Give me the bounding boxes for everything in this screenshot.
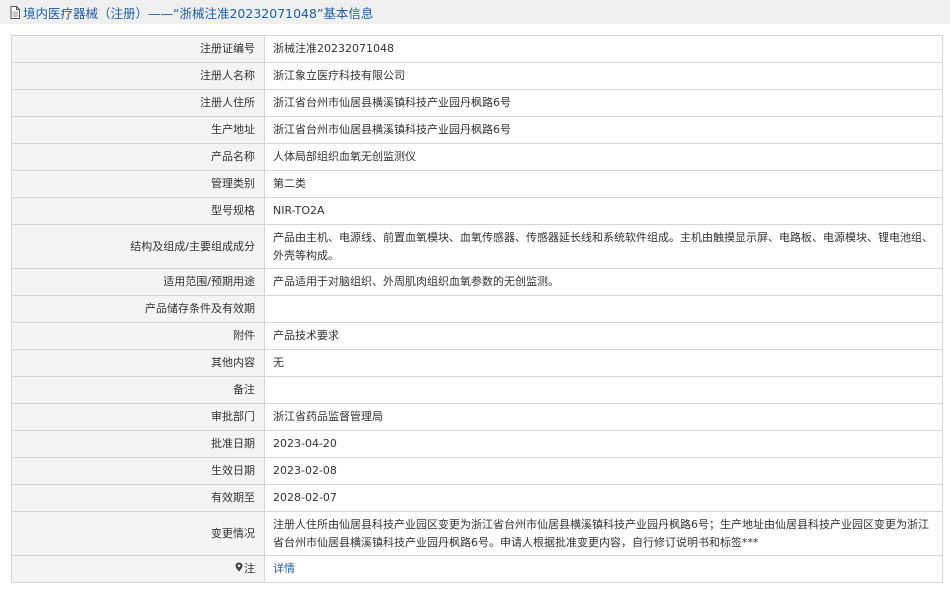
row-value: 浙江省药品监督管理局 (264, 403, 943, 431)
row-label: 注册人住所 (11, 89, 265, 117)
row-value: 第二类 (264, 170, 943, 198)
table-row: 注 详情 (11, 555, 943, 583)
table-row: 变更情况 注册人住所由仙居县科技产业园区变更为浙江省台州市仙居县横溪镇科技产业园丹… (11, 511, 943, 556)
row-value: 浙江象立医疗科技有限公司 (264, 62, 943, 90)
row-value (264, 295, 943, 323)
row-label: 适用范围/预期用途 (11, 268, 265, 296)
pin-icon (235, 561, 243, 579)
details-link[interactable]: 详情 (273, 562, 295, 575)
row-label: 注册人名称 (11, 62, 265, 90)
table-row: 审批部门 浙江省药品监督管理局 (11, 403, 943, 431)
table-row: 结构及组成/主要组成成分 产品由主机、电源线、前置血氧模块、血氧传感器、传感器延长… (11, 224, 943, 269)
table-row: 产品储存条件及有效期 (11, 295, 943, 323)
row-value (264, 376, 943, 404)
detail-table: 注册证编号 浙械注准20232071048 注册人名称 浙江象立医疗科技有限公司 注… (11, 35, 943, 583)
row-value: 产品技术要求 (264, 322, 943, 350)
note-label: 注 (244, 561, 255, 575)
page-header: 境内医疗器械（注册）——“浙械注准20232071048”基本信息 (0, 0, 950, 24)
row-label: 型号规格 (11, 197, 265, 225)
row-value: 浙江省台州市仙居县横溪镇科技产业园丹枫路6号 (264, 116, 943, 144)
note-value-cell: 详情 (264, 555, 943, 583)
row-label: 附件 (11, 322, 265, 350)
row-value: 2028-02-07 (264, 484, 943, 512)
note-label-cell: 注 (11, 555, 265, 583)
table-row: 备注 (11, 376, 943, 404)
row-label: 其他内容 (11, 349, 265, 377)
row-label: 结构及组成/主要组成成分 (11, 224, 265, 269)
table-row: 批准日期 2023-04-20 (11, 430, 943, 458)
row-label: 产品储存条件及有效期 (11, 295, 265, 323)
row-label: 注册证编号 (11, 35, 265, 63)
row-label: 备注 (11, 376, 265, 404)
row-value: 产品由主机、电源线、前置血氧模块、血氧传感器、传感器延长线和系统软件组成。主机由… (264, 224, 943, 269)
row-label: 产品名称 (11, 143, 265, 171)
row-label: 批准日期 (11, 430, 265, 458)
table-row: 生产地址 浙江省台州市仙居县横溪镇科技产业园丹枫路6号 (11, 116, 943, 144)
table-row: 产品名称 人体局部组织血氧无创监测仪 (11, 143, 943, 171)
table-row: 型号规格 NIR-TO2A (11, 197, 943, 225)
row-label: 变更情况 (11, 511, 265, 556)
row-value: 2023-02-08 (264, 457, 943, 485)
table-row: 生效日期 2023-02-08 (11, 457, 943, 485)
table-row: 注册人名称 浙江象立医疗科技有限公司 (11, 62, 943, 90)
row-label: 有效期至 (11, 484, 265, 512)
row-value: 无 (264, 349, 943, 377)
row-value: 浙械注准20232071048 (264, 35, 943, 63)
row-value: 注册人住所由仙居县科技产业园区变更为浙江省台州市仙居县横溪镇科技产业园丹枫路6号… (264, 511, 943, 556)
row-value: 人体局部组织血氧无创监测仪 (264, 143, 943, 171)
table-row: 其他内容无 (11, 349, 943, 377)
page-title: 境内医疗器械（注册）——“浙械注准20232071048”基本信息 (23, 5, 374, 21)
row-value: 产品适用于对脑组织、外周肌肉组织血氧参数的无创监测。 (264, 268, 943, 296)
table-row: 有效期至 2028-02-07 (11, 484, 943, 512)
row-label: 管理类别 (11, 170, 265, 198)
table-row: 注册人住所 浙江省台州市仙居县横溪镇科技产业园丹枫路6号 (11, 89, 943, 117)
row-value: NIR-TO2A (264, 197, 943, 225)
table-row: 管理类别 第二类 (11, 170, 943, 198)
row-label: 生效日期 (11, 457, 265, 485)
table-row: 注册证编号 浙械注准20232071048 (11, 35, 943, 63)
row-label: 审批部门 (11, 403, 265, 431)
row-value: 2023-04-20 (264, 430, 943, 458)
row-value: 浙江省台州市仙居县横溪镇科技产业园丹枫路6号 (264, 89, 943, 117)
row-label: 生产地址 (11, 116, 265, 144)
table-row: 适用范围/预期用途 产品适用于对脑组织、外周肌肉组织血氧参数的无创监测。 (11, 268, 943, 296)
table-row: 附件 产品技术要求 (11, 322, 943, 350)
document-icon (9, 5, 21, 19)
